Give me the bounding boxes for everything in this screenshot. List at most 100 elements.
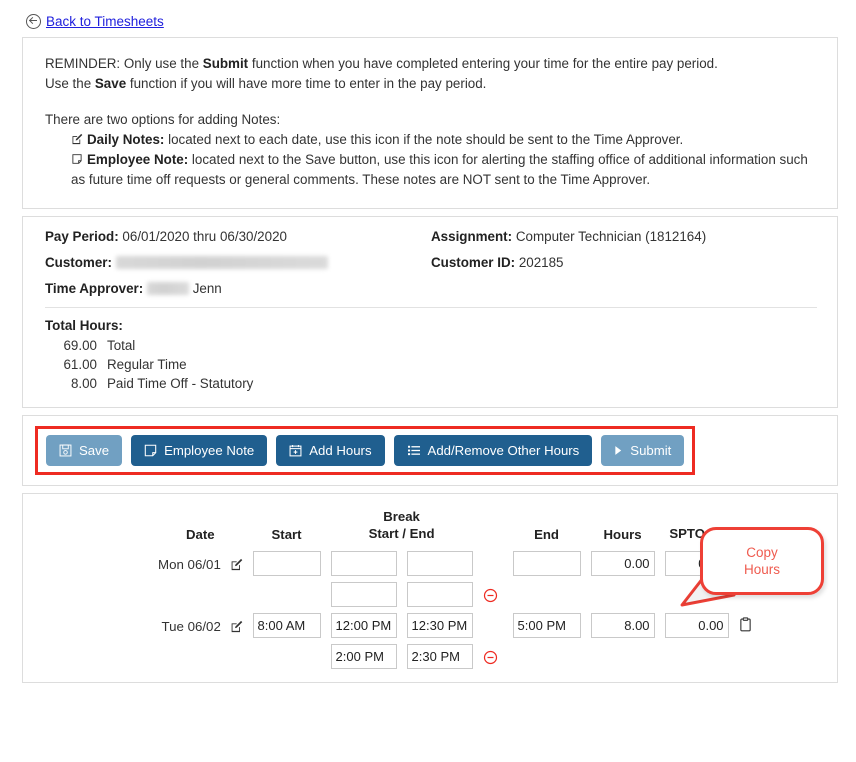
row-spacer-cell: [478, 548, 508, 579]
note-icon: [144, 444, 157, 457]
add-hours-button[interactable]: Add Hours: [276, 435, 384, 466]
reminder-save-word: Save: [95, 76, 126, 91]
grid-header-row: Date Start Break Start / End End Hours S…: [153, 508, 769, 548]
break-start-input[interactable]: [331, 613, 397, 638]
info-row-customer: Customer: Customer ID: 202185: [45, 255, 817, 270]
break-end-input[interactable]: [407, 551, 473, 576]
row-spacer-cell: [478, 610, 508, 641]
row-start-cell: [248, 610, 326, 641]
header-date: Date: [153, 508, 248, 548]
extra-break-start-input[interactable]: [331, 644, 397, 669]
break-start-input[interactable]: [331, 551, 397, 576]
reminder-line-1-post: function when you have completed enterin…: [248, 56, 718, 71]
customer-id-label: Customer ID:: [431, 255, 515, 270]
row-end-cell: [508, 548, 586, 579]
info-row-pay-period: Pay Period: 06/01/2020 thru 06/30/2020 A…: [45, 229, 817, 244]
assignment-value: Computer Technician (1812164): [516, 229, 706, 244]
extra-date-spacer: [153, 579, 248, 610]
customer-id-value: 202185: [519, 255, 564, 270]
add-remove-other-hours-button[interactable]: Add/Remove Other Hours: [394, 435, 593, 466]
row-start-cell: [248, 548, 326, 579]
extra-break-start-input[interactable]: [331, 582, 397, 607]
toolbar-highlight-box: Save Employee Note Add Hours Add/Remove …: [35, 426, 695, 475]
reminder-line-1: REMINDER: Only use the Submit function w…: [45, 54, 817, 74]
total-label: Regular Time: [107, 357, 187, 372]
circle-left-arrow-icon: [26, 14, 41, 29]
copy-hours-callout: Copy Hours: [700, 527, 824, 595]
clipboard-icon[interactable]: [739, 617, 752, 635]
header-break-bottom: Start / End: [332, 525, 472, 542]
extra-break-end-input[interactable]: [407, 582, 473, 607]
end-input[interactable]: [513, 613, 581, 638]
employee-note-button[interactable]: Employee Note: [131, 435, 267, 466]
time-approver-redacted: [147, 282, 189, 295]
extra-end-spacer: [508, 641, 586, 672]
extra-break-end-cell: [402, 641, 478, 672]
save-button-label: Save: [79, 443, 109, 458]
total-label: Total: [107, 338, 135, 353]
row-date-cell: Tue 06/02: [153, 610, 248, 641]
extra-remove-cell: [478, 641, 508, 672]
pay-period-label: Pay Period:: [45, 229, 119, 244]
end-input[interactable]: [513, 551, 581, 576]
hours-input[interactable]: [591, 551, 655, 576]
employee-note-line: Employee Note: located next to the Save …: [71, 150, 817, 190]
info-empty-cell: [431, 281, 817, 296]
minus-circle-icon[interactable]: [483, 588, 498, 603]
submit-button[interactable]: Submit: [601, 435, 684, 466]
header-break-top: Break: [332, 508, 472, 525]
extra-break-start-cell: [326, 641, 402, 672]
reminder-submit-word: Submit: [203, 56, 248, 71]
calendar-plus-icon: [289, 444, 302, 457]
add-remove-other-hours-button-label: Add/Remove Other Hours: [428, 443, 580, 458]
time-approver-label: Time Approver:: [45, 281, 143, 296]
play-triangle-icon: [614, 445, 623, 456]
reminder-panel: REMINDER: Only use the Submit function w…: [22, 37, 838, 209]
row-end-cell: [508, 610, 586, 641]
extra-date-spacer: [153, 641, 248, 672]
employee-note-button-label: Employee Note: [164, 443, 254, 458]
row-break-start-cell: [326, 548, 402, 579]
callout-line-1: Copy: [744, 544, 780, 561]
pencil-square-icon[interactable]: [230, 620, 243, 636]
back-to-timesheets-link[interactable]: Back to Timesheets: [46, 14, 164, 29]
header-hours: Hours: [586, 508, 660, 548]
assignment-cell: Assignment: Computer Technician (1812164…: [431, 229, 817, 244]
pay-period-value: 06/01/2020 thru 06/30/2020: [122, 229, 287, 244]
header-break: Break Start / End: [326, 508, 478, 548]
assignment-label: Assignment:: [431, 229, 512, 244]
hours-input[interactable]: [591, 613, 655, 638]
extra-break-end-input[interactable]: [407, 644, 473, 669]
header-spacer: [478, 508, 508, 548]
total-label: Paid Time Off - Statutory: [107, 376, 253, 391]
start-input[interactable]: [253, 613, 321, 638]
minus-circle-icon[interactable]: [483, 650, 498, 665]
extra-start-spacer: [248, 641, 326, 672]
customer-id-cell: Customer ID: 202185: [431, 255, 817, 270]
customer-cell: Customer:: [45, 255, 431, 270]
customer-value-redacted: [116, 256, 328, 269]
break-end-input[interactable]: [407, 613, 473, 638]
pencil-square-icon[interactable]: [230, 558, 243, 574]
extra-end-spacer: [508, 579, 586, 610]
extra-copy-spacer: [734, 641, 769, 672]
row-break-start-cell: [326, 610, 402, 641]
table-row-extra-break: [153, 641, 769, 672]
back-link-bar: Back to Timesheets: [0, 0, 856, 37]
row-break-end-cell: [402, 610, 478, 641]
customer-label: Customer:: [45, 255, 112, 270]
start-input[interactable]: [253, 551, 321, 576]
note-icon: [71, 151, 84, 171]
save-button[interactable]: Save: [46, 435, 122, 466]
reminder-line-2-pre: Use the: [45, 76, 95, 91]
row-date-label: Tue 06/02: [161, 619, 220, 634]
callout-line-2: Hours: [744, 561, 780, 578]
action-toolbar: Save Employee Note Add Hours Add/Remove …: [46, 435, 684, 466]
daily-notes-text: located next to each date, use this icon…: [164, 132, 683, 147]
total-hours-block: Total Hours: 69.00 Total 61.00 Regular T…: [45, 318, 817, 391]
extra-remove-cell: [478, 579, 508, 610]
daily-notes-line: Daily Notes: located next to each date, …: [71, 130, 817, 150]
reminder-line-1-pre: REMINDER: Only use the: [45, 56, 203, 71]
time-approver-cell: Time Approver: Jenn: [45, 281, 431, 296]
total-line: 8.00 Paid Time Off - Statutory: [45, 376, 817, 391]
